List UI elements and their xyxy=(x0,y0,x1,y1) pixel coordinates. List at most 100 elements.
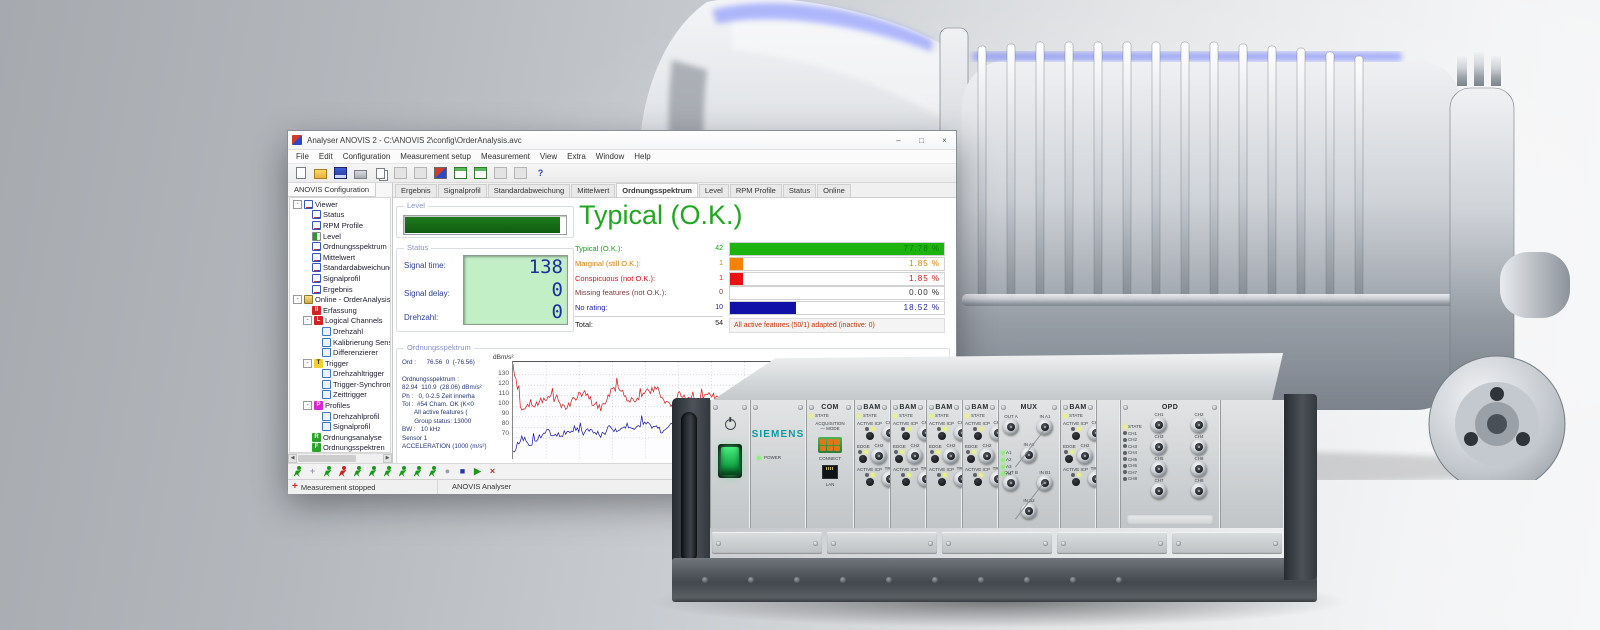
start-measurement-icon[interactable] xyxy=(292,466,303,477)
tab-online[interactable]: Online xyxy=(817,184,851,197)
rating-count: 10 xyxy=(707,304,723,311)
run-stop-icon[interactable] xyxy=(337,466,348,477)
expander-icon[interactable]: - xyxy=(303,359,312,368)
scroll-thumb[interactable] xyxy=(298,455,356,462)
bam-module-label: BAM xyxy=(899,404,916,411)
rack-module-blank-9 xyxy=(1096,400,1120,528)
tree-item-logical-channels[interactable]: -LLogical Channels xyxy=(290,316,390,327)
run-walk-icon[interactable] xyxy=(397,466,408,477)
tab-standardabweichung[interactable]: Standardabweichung xyxy=(488,184,570,197)
panel-toggle-icon[interactable] xyxy=(492,165,509,181)
rack-base xyxy=(672,558,1317,602)
run-loop-icon[interactable] xyxy=(427,466,438,477)
save-icon[interactable] xyxy=(332,165,349,181)
run-repeat-icon[interactable] xyxy=(412,466,423,477)
tab-level[interactable]: Level xyxy=(699,184,729,197)
erfassung-icon: II xyxy=(312,306,321,315)
tree-item-signalprofil[interactable]: Signalprofil xyxy=(290,273,390,284)
print-icon[interactable] xyxy=(352,165,369,181)
cut-icon[interactable] xyxy=(392,165,409,181)
tree-item-trigger-synchronisation[interactable]: Trigger-Synchronisation xyxy=(290,379,390,390)
grid-view-icon[interactable] xyxy=(472,165,489,181)
tree-item-online-orderanalysis-ams[interactable]: -Online - OrderAnalysis.ams xyxy=(290,294,390,305)
tree-item-viewer[interactable]: -Viewer xyxy=(290,199,390,210)
copy-icon[interactable] xyxy=(372,165,389,181)
run-fast-icon[interactable] xyxy=(382,466,393,477)
tree-item-drehzahl[interactable]: Drehzahl xyxy=(290,326,390,337)
configuration-panel-tab[interactable]: ANOVIS Configuration xyxy=(288,183,376,197)
tree-item-ordnungsspektren[interactable]: FOrdnungsspektren xyxy=(290,443,390,453)
tree-item-differenzierer[interactable]: Differenzierer xyxy=(290,347,390,358)
scroll-right-icon[interactable]: ▶ xyxy=(383,454,392,463)
menu-measurement-setup[interactable]: Measurement setup xyxy=(395,152,476,161)
tree-item-ergebnis[interactable]: Ergebnis xyxy=(290,284,390,295)
bnc-connector-icon xyxy=(1151,417,1167,433)
screw-icon xyxy=(1024,577,1030,583)
record-icon[interactable]: ● xyxy=(442,466,453,477)
input-socket-icon xyxy=(974,432,982,440)
new-file-icon[interactable] xyxy=(292,165,309,181)
expander-icon[interactable]: - xyxy=(303,401,312,410)
input-socket-icon xyxy=(902,478,910,486)
minimize-button[interactable]: – xyxy=(887,131,910,149)
run-step-icon[interactable] xyxy=(352,466,363,477)
tree-item-kalibrierung-sensor-1[interactable]: Kalibrierung Sensor 1 xyxy=(290,337,390,348)
tree-item-standardabweichung[interactable]: Standardabweichung xyxy=(290,263,390,274)
tab-status[interactable]: Status xyxy=(783,184,816,197)
tree-item-ordnungsanalyse[interactable]: ROrdnungsanalyse xyxy=(290,432,390,443)
expander-icon[interactable]: - xyxy=(303,316,312,325)
run-sync-icon[interactable] xyxy=(367,466,378,477)
tree-hscrollbar[interactable]: ◀ ▶ xyxy=(288,453,392,463)
tree-item-erfassung[interactable]: IIErfassung xyxy=(290,305,390,316)
menu-help[interactable]: Help xyxy=(629,152,655,161)
tab-rpm-profile[interactable]: RPM Profile xyxy=(730,184,782,197)
expander-icon[interactable]: - xyxy=(293,200,302,209)
tab-ergebnis[interactable]: Ergebnis xyxy=(395,184,437,197)
tree-item-signalprofil[interactable]: Signalprofil xyxy=(290,421,390,432)
tree-item-status[interactable]: Status xyxy=(290,210,390,221)
rack-module-blank-11 xyxy=(1220,400,1284,528)
delete-icon[interactable]: × xyxy=(487,466,498,477)
tab-signalprofil[interactable]: Signalprofil xyxy=(438,184,487,197)
tree-item-drehzahltrigger[interactable]: Drehzahltrigger xyxy=(290,369,390,380)
tree-item-profiles[interactable]: -PProfiles xyxy=(290,400,390,411)
tree-item-level[interactable]: Level xyxy=(290,231,390,242)
rack-module-bam-5: BAMSTATEACTIVE ICPCH1EDGECH2ACTIVE ICPTR… xyxy=(926,400,962,528)
configuration-icon[interactable] xyxy=(432,165,449,181)
bnc-connector-icon xyxy=(1191,439,1207,455)
tree-item-rpm-profile[interactable]: RPM Profile xyxy=(290,220,390,231)
tree-item-mittelwert[interactable]: Mittelwert xyxy=(290,252,390,263)
paste-icon[interactable] xyxy=(412,165,429,181)
screw-icon xyxy=(1212,405,1217,410)
help-icon[interactable]: ? xyxy=(532,165,549,181)
stop-icon[interactable]: ■ xyxy=(457,466,468,477)
screw-icon xyxy=(965,405,970,410)
menu-edit[interactable]: Edit xyxy=(314,152,338,161)
layout-icon[interactable] xyxy=(512,165,529,181)
tree-item-trigger[interactable]: -TTrigger xyxy=(290,358,390,369)
menu-extra[interactable]: Extra xyxy=(562,152,591,161)
input-socket-icon xyxy=(866,432,874,440)
menu-file[interactable]: File xyxy=(291,152,314,161)
expander-icon[interactable]: - xyxy=(293,295,302,304)
scroll-left-icon[interactable]: ◀ xyxy=(288,454,297,463)
menu-measurement[interactable]: Measurement xyxy=(476,152,535,161)
open-folder-icon[interactable] xyxy=(312,165,329,181)
rating-row-no-rating: No rating:1018.52 % xyxy=(575,301,945,314)
maximize-button[interactable]: □ xyxy=(910,131,933,149)
table-view-icon[interactable] xyxy=(452,165,469,181)
tree-item-drehzahlprofil[interactable]: Drehzahlprofil xyxy=(290,411,390,422)
tab-ordnungsspektrum[interactable]: Ordnungsspektrum xyxy=(616,183,698,197)
state-led xyxy=(857,414,861,418)
menu-view[interactable]: View xyxy=(535,152,562,161)
tree-item-zeittrigger[interactable]: Zeittrigger xyxy=(290,390,390,401)
run-forward-icon[interactable] xyxy=(322,466,333,477)
tab-mittelwert[interactable]: Mittelwert xyxy=(571,184,615,197)
close-button[interactable]: × xyxy=(933,131,956,149)
add-icon[interactable]: + xyxy=(307,466,318,477)
menu-configuration[interactable]: Configuration xyxy=(338,152,396,161)
play-icon[interactable]: ▶ xyxy=(472,466,483,477)
tree-item-ordnungsspektrum[interactable]: Ordnungsspektrum xyxy=(290,241,390,252)
menu-window[interactable]: Window xyxy=(591,152,629,161)
bnc-connector-icon xyxy=(871,448,887,464)
